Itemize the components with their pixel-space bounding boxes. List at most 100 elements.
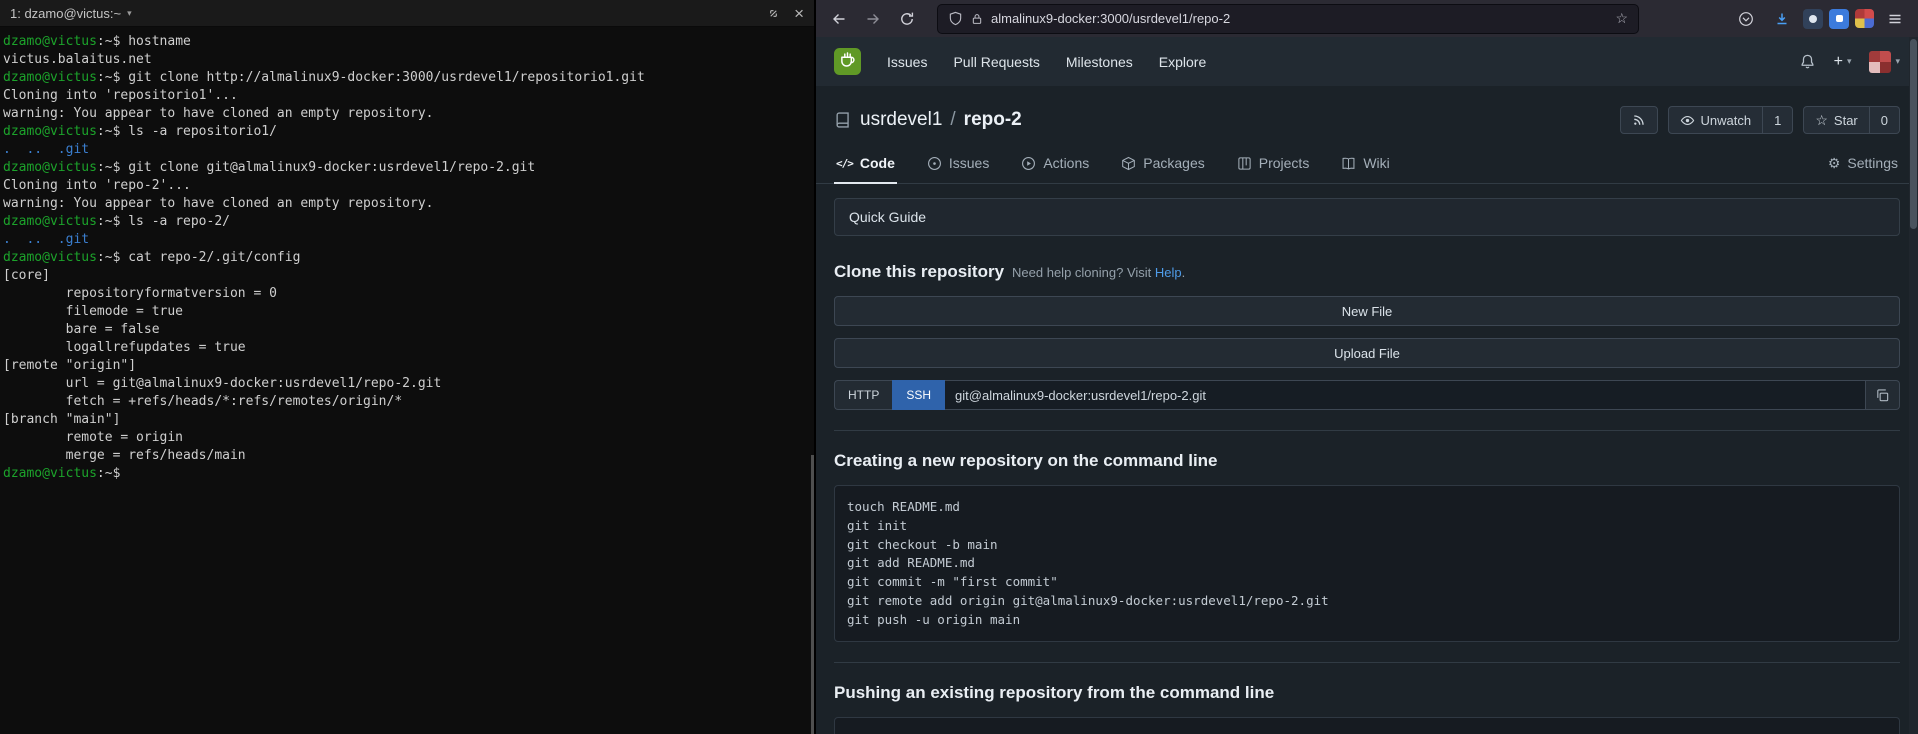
repo-separator: / bbox=[950, 109, 955, 131]
terminal-titlebar[interactable]: 1: dzamo@victus:~ ▾ × bbox=[0, 0, 814, 27]
forward-icon[interactable] bbox=[858, 5, 888, 33]
stars-count[interactable]: 0 bbox=[1870, 106, 1900, 134]
gitea-page: Issues Pull Requests Milestones Explore … bbox=[816, 37, 1918, 734]
terminal-line: warning: You appear to have cloned an em… bbox=[3, 195, 811, 213]
tab-projects[interactable]: Projects bbox=[1235, 144, 1312, 184]
tab-label: Wiki bbox=[1363, 155, 1389, 171]
browser-toolbar: almalinux9-docker:3000/usrdevel1/repo-2 … bbox=[816, 0, 1918, 37]
url-bar[interactable]: almalinux9-docker:3000/usrdevel1/repo-2 … bbox=[938, 5, 1638, 33]
quick-guide-title: Quick Guide bbox=[849, 209, 926, 225]
divider bbox=[834, 662, 1900, 663]
toolbar-right-cluster bbox=[1731, 5, 1910, 33]
bookmark-star-icon[interactable]: ☆ bbox=[1615, 10, 1628, 27]
navbar-right: + ▾ ▾ bbox=[1799, 51, 1900, 73]
unwatch-button[interactable]: Unwatch bbox=[1668, 106, 1764, 134]
terminal-line: dzamo@victus:~$ ls -a repositorio1/ bbox=[3, 123, 811, 141]
star-button-group: ☆ Star 0 bbox=[1803, 106, 1900, 134]
unwatch-label: Unwatch bbox=[1701, 113, 1752, 128]
star-button[interactable]: ☆ Star bbox=[1803, 106, 1869, 134]
copy-button[interactable] bbox=[1866, 380, 1900, 410]
rss-button[interactable] bbox=[1620, 106, 1658, 134]
plus-icon: + bbox=[1834, 53, 1843, 71]
repo-owner-link[interactable]: usrdevel1 bbox=[860, 109, 942, 131]
tab-label: Issues bbox=[949, 155, 989, 171]
terminal-output[interactable]: dzamo@victus:~$ hostnamevictus.balaitus.… bbox=[0, 27, 814, 734]
tab-code[interactable]: </> Code bbox=[834, 144, 897, 184]
upload-file-button[interactable]: Upload File bbox=[834, 338, 1900, 368]
url-text[interactable]: almalinux9-docker:3000/usrdevel1/repo-2 bbox=[991, 11, 1608, 26]
chevron-down-icon: ▾ bbox=[1895, 56, 1900, 67]
tab-label: Packages bbox=[1143, 155, 1204, 171]
create-new-button[interactable]: + ▾ bbox=[1834, 53, 1852, 71]
chevron-down-icon[interactable]: ▾ bbox=[127, 8, 132, 19]
terminal-line: dzamo@victus:~$ git clone http://almalin… bbox=[3, 69, 811, 87]
nav-issues[interactable]: Issues bbox=[887, 54, 927, 70]
tab-label: Projects bbox=[1259, 155, 1310, 171]
reload-icon[interactable] bbox=[892, 5, 922, 33]
terminal-line: [branch "main"] bbox=[3, 411, 811, 429]
menu-icon[interactable] bbox=[1880, 5, 1910, 33]
lock-icon[interactable] bbox=[970, 12, 984, 26]
tab-label: Actions bbox=[1043, 155, 1089, 171]
divider bbox=[834, 430, 1900, 431]
star-icon: ☆ bbox=[1815, 113, 1828, 127]
gitea-logo[interactable] bbox=[834, 48, 861, 75]
nav-milestones[interactable]: Milestones bbox=[1066, 54, 1133, 70]
repo-content: Quick Guide Clone this repository Need h… bbox=[816, 184, 1918, 734]
wiki-book-icon bbox=[1341, 156, 1356, 171]
nav-explore[interactable]: Explore bbox=[1159, 54, 1206, 70]
terminal-line: warning: You appear to have cloned an em… bbox=[3, 105, 811, 123]
help-period: . bbox=[1182, 265, 1186, 280]
back-icon[interactable] bbox=[824, 5, 854, 33]
tab-wiki[interactable]: Wiki bbox=[1339, 144, 1391, 184]
repo-icon bbox=[834, 111, 852, 129]
terminal-line: dzamo@victus:~$ hostname bbox=[3, 33, 811, 51]
gitea-navbar: Issues Pull Requests Milestones Explore … bbox=[816, 37, 1918, 86]
help-text: Need help cloning? Visit bbox=[1012, 265, 1151, 280]
ssh-button[interactable]: SSH bbox=[892, 380, 945, 410]
terminal-line: remote = origin bbox=[3, 429, 811, 447]
tab-packages[interactable]: Packages bbox=[1119, 144, 1206, 184]
download-icon[interactable] bbox=[1767, 5, 1797, 33]
terminal-line: logallrefupdates = true bbox=[3, 339, 811, 357]
screen: 1: dzamo@victus:~ ▾ × dzamo@victus:~$ ho… bbox=[0, 0, 1918, 734]
pocket-icon[interactable] bbox=[1731, 5, 1761, 33]
terminal-line: url = git@almalinux9-docker:usrdevel1/re… bbox=[3, 375, 811, 393]
tab-actions[interactable]: Actions bbox=[1019, 144, 1091, 184]
chevron-down-icon: ▾ bbox=[1847, 56, 1852, 67]
notifications-bell-icon[interactable] bbox=[1799, 53, 1816, 70]
section-heading-new-repo: Creating a new repository on the command… bbox=[834, 451, 1900, 471]
terminal-line: . .. .git bbox=[3, 231, 811, 249]
close-icon[interactable]: × bbox=[794, 5, 804, 22]
watch-button-group: Unwatch 1 bbox=[1668, 106, 1794, 134]
clone-url-input[interactable] bbox=[945, 380, 1866, 410]
browser-window: almalinux9-docker:3000/usrdevel1/repo-2 … bbox=[814, 0, 1918, 734]
new-file-button[interactable]: New File bbox=[834, 296, 1900, 326]
tab-settings[interactable]: ⚙ Settings bbox=[1826, 144, 1900, 184]
clone-help-text: Need help cloning? Visit Help. bbox=[1012, 265, 1185, 280]
extension-icon[interactable] bbox=[1803, 9, 1823, 29]
terminal-line: dzamo@victus:~$ cat repo-2/.git/config bbox=[3, 249, 811, 267]
clone-heading: Clone this repository bbox=[834, 262, 1004, 282]
user-menu[interactable]: ▾ bbox=[1869, 51, 1900, 73]
watchers-count[interactable]: 1 bbox=[1763, 106, 1793, 134]
code-line: git checkout -b main bbox=[847, 536, 1887, 555]
page-scrollbar[interactable] bbox=[1909, 37, 1918, 734]
maximize-icon[interactable] bbox=[767, 7, 780, 20]
terminal-line: fetch = +refs/heads/*:refs/remotes/origi… bbox=[3, 393, 811, 411]
scrollbar-thumb[interactable] bbox=[1910, 39, 1917, 229]
code-icon: </> bbox=[836, 157, 853, 170]
tab-issues[interactable]: Issues bbox=[925, 144, 991, 184]
profile-avatar[interactable] bbox=[1855, 9, 1874, 28]
extension-icon[interactable] bbox=[1829, 9, 1849, 29]
repo-tabs: </> Code Issues Actions bbox=[816, 144, 1918, 184]
terminal-line: merge = refs/heads/main bbox=[3, 447, 811, 465]
code-line: git add README.md bbox=[847, 554, 1887, 573]
http-button[interactable]: HTTP bbox=[834, 380, 892, 410]
repo-name-link[interactable]: repo-2 bbox=[964, 109, 1022, 131]
help-link[interactable]: Help bbox=[1155, 265, 1182, 280]
gear-icon: ⚙ bbox=[1828, 156, 1841, 170]
nav-pull-requests[interactable]: Pull Requests bbox=[953, 54, 1039, 70]
terminal-line: Cloning into 'repositorio1'... bbox=[3, 87, 811, 105]
shield-icon[interactable] bbox=[948, 11, 963, 26]
